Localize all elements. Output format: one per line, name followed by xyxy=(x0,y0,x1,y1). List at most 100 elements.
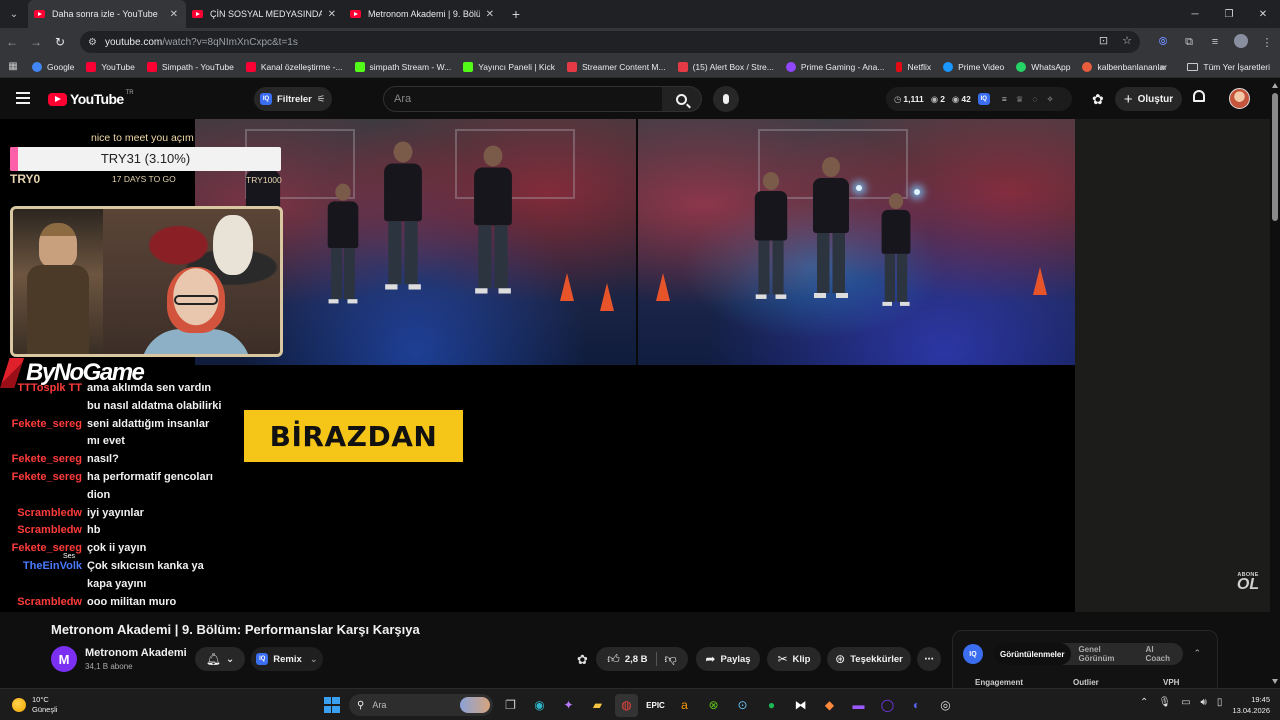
bookmark-kanal[interactable]: Kanal özelleştirme -... xyxy=(240,56,349,78)
scroll-up-arrow-icon[interactable] xyxy=(1272,83,1278,88)
search-input[interactable]: Ara xyxy=(383,86,663,112)
list-icon[interactable]: ≡ xyxy=(1002,94,1007,104)
bookmark-youtube[interactable]: YouTube xyxy=(80,56,140,78)
scrollbar-thumb[interactable] xyxy=(1272,93,1278,221)
notification-bell-button[interactable]: 🔔︎ ⌄ xyxy=(195,647,245,671)
bookmark-google[interactable]: Google xyxy=(26,56,80,78)
puzzle-extensions-icon[interactable]: ⧉ xyxy=(1176,36,1202,49)
battery-icon[interactable]: ▯ xyxy=(1217,697,1223,708)
close-window-icon[interactable]: ✕ xyxy=(1246,0,1280,28)
close-tab-icon[interactable]: ✕ xyxy=(486,9,494,20)
media-control-icon[interactable]: ≡ xyxy=(1202,36,1228,48)
collapse-chevron-icon[interactable]: ⌃ xyxy=(1193,648,1201,659)
forward-arrow-icon[interactable]: → xyxy=(24,28,48,56)
chrome-icon[interactable]: ◍ xyxy=(615,693,638,717)
subscribe-watermark[interactable]: ABONE OL xyxy=(1232,572,1264,593)
system-clock[interactable]: 19:45 13.04.2026 xyxy=(1232,694,1270,716)
minimize-icon[interactable]: ─ xyxy=(1178,0,1212,28)
bookmark-prime-gaming[interactable]: Prime Gaming - Ana... xyxy=(780,56,891,78)
tab-views[interactable]: Görüntülenmeler xyxy=(993,643,1072,665)
video-player[interactable]: nice to meet you açım TRY31 (3.10%) TRY0… xyxy=(0,119,1075,612)
edge-icon[interactable]: ◉ xyxy=(528,694,551,717)
bookmark-kalbenbanlananlar[interactable]: kalbenbanlananlar xyxy=(1076,56,1172,78)
trophy-icon[interactable]: ♕ xyxy=(1016,94,1024,105)
obs-studio-icon[interactable]: ◎ xyxy=(934,694,957,717)
page-scrollbar[interactable] xyxy=(1270,79,1280,688)
new-tab-plus-icon[interactable]: + xyxy=(502,6,530,22)
like-count[interactable]: 2,8 B xyxy=(625,654,648,665)
tab-search-icon[interactable]: ⌄ xyxy=(0,0,28,28)
extension-gear-icon[interactable]: ✿ xyxy=(1092,91,1104,108)
back-arrow-icon[interactable]: ← xyxy=(0,28,24,56)
install-app-icon[interactable]: ⊡ xyxy=(1099,34,1108,47)
kebab-menu-icon[interactable]: ⋮ xyxy=(1254,36,1280,49)
start-button[interactable] xyxy=(320,694,343,717)
tab-ai-coach[interactable]: AI Coach xyxy=(1139,643,1183,665)
site-info-icon[interactable]: ⚙ xyxy=(88,37,97,48)
capcut-icon[interactable]: ⧓ xyxy=(789,694,812,717)
share-button[interactable]: ➦ Paylaş xyxy=(696,647,760,671)
bookmark-netflix[interactable]: Netflix xyxy=(890,56,937,78)
more-actions-button[interactable]: ⋯ xyxy=(917,647,941,671)
menu-icon[interactable] xyxy=(16,92,30,104)
scroll-down-arrow-icon[interactable] xyxy=(1272,679,1278,684)
clip-button[interactable]: ✂ Klip xyxy=(767,647,821,671)
bookmark-simpath-youtube[interactable]: Simpath - YouTube xyxy=(141,56,240,78)
tray-chevron-icon[interactable]: ⌃ xyxy=(1140,697,1148,708)
bookmark-kick-stream[interactable]: simpath Stream - W... xyxy=(349,56,458,78)
filters-button[interactable]: IQ Filtreler ⚟ xyxy=(254,87,332,111)
iq-extension-icon[interactable]: IQ xyxy=(977,93,990,105)
apps-grid-icon[interactable]: ▦ xyxy=(0,61,26,72)
browser-tab-2[interactable]: Metronom Akademi | 9. Bölüm: ✕ xyxy=(344,0,502,28)
tab-overview[interactable]: Genel Görünüm xyxy=(1071,643,1138,665)
file-explorer-icon[interactable]: ▰ xyxy=(586,694,609,717)
search-button[interactable] xyxy=(662,86,702,112)
volume-icon[interactable]: 🔊︎ xyxy=(1201,697,1207,708)
taskbar-search[interactable]: ⚲ Ara xyxy=(349,694,493,716)
xbox-icon[interactable]: ⊗ xyxy=(702,694,725,717)
sparkle-icon[interactable]: ✧ xyxy=(1046,94,1053,105)
browser-tab-0[interactable]: Daha sonra izle - YouTube ✕ xyxy=(28,0,186,28)
extension-icon[interactable]: ⦾ xyxy=(1150,36,1176,49)
mic-tray-icon[interactable]: 🎙︎ xyxy=(1158,697,1171,708)
more-bookmarks-chevron-icon[interactable]: » xyxy=(1160,56,1166,78)
obs-icon[interactable]: ◯ xyxy=(876,694,899,717)
all-bookmarks[interactable]: Tüm Yer İşaretleri xyxy=(1187,56,1270,78)
channel-name[interactable]: Metronom Akademi xyxy=(85,647,187,659)
profile-avatar-icon[interactable] xyxy=(1228,33,1254,51)
clapper-icon[interactable]: ▬ xyxy=(847,694,870,717)
url-bar[interactable]: ⚙ youtube.com /watch?v=8qNImXnCxpc&t=1s … xyxy=(80,31,1140,53)
youtube-logo[interactable]: YouTube TR xyxy=(48,90,134,107)
bookmark-alert-box[interactable]: (15) Alert Box / Stre... xyxy=(672,56,780,78)
thumbs-down-icon[interactable]: 👎︎ xyxy=(665,652,677,667)
weather-widget[interactable]: 10°C Güneşli xyxy=(12,695,57,715)
restore-icon[interactable]: ❐ xyxy=(1212,0,1246,28)
account-avatar[interactable] xyxy=(1229,88,1250,109)
bookmark-streamer-content[interactable]: Streamer Content M... xyxy=(561,56,672,78)
spotify-icon[interactable]: ● xyxy=(760,694,783,717)
thumbs-up-icon[interactable]: 👍︎ xyxy=(607,652,620,667)
bookmark-prime-video[interactable]: Prime Video xyxy=(937,56,1010,78)
remix-button[interactable]: IQ Remix ⌄ xyxy=(251,647,323,671)
close-tab-icon[interactable]: ✕ xyxy=(328,9,336,20)
bookmark-kick-panel[interactable]: Yayıncı Paneli | Kick xyxy=(457,56,561,78)
steam-icon[interactable]: ⊙ xyxy=(731,694,754,717)
channel-avatar[interactable]: M xyxy=(51,646,77,672)
vidiq-stats-bar[interactable]: ◷ 1,111 ◉ 2 ◉ 42 IQ ≡ ♕ ◌ ✧ xyxy=(886,87,1072,111)
close-tab-icon[interactable]: ✕ xyxy=(170,9,178,20)
epic-games-icon[interactable]: EPIC xyxy=(644,694,667,717)
bookmark-star-icon[interactable]: ☆ xyxy=(1122,34,1132,47)
discord-icon[interactable]: ◐ xyxy=(905,694,928,717)
task-view-icon[interactable]: ❐ xyxy=(499,694,522,717)
app-icon[interactable]: ◆ xyxy=(818,694,841,717)
extension-gear-icon[interactable]: ✿ xyxy=(577,652,588,668)
notifications-bell-icon[interactable] xyxy=(1193,90,1207,106)
network-icon[interactable]: ▭ xyxy=(1181,697,1190,708)
bookmark-whatsapp[interactable]: WhatsApp xyxy=(1010,56,1076,78)
chat-icon[interactable]: ◌ xyxy=(1032,94,1037,104)
browser-tab-1[interactable]: ÇİN SOSYAL MEDYASINDA ÜNL ✕ xyxy=(186,0,344,28)
thanks-button[interactable]: ⊛ Teşekkürler xyxy=(827,647,911,671)
copilot-icon[interactable]: ✦ xyxy=(557,694,580,717)
voice-search-button[interactable] xyxy=(713,86,739,112)
amazon-games-icon[interactable]: a xyxy=(673,694,696,717)
